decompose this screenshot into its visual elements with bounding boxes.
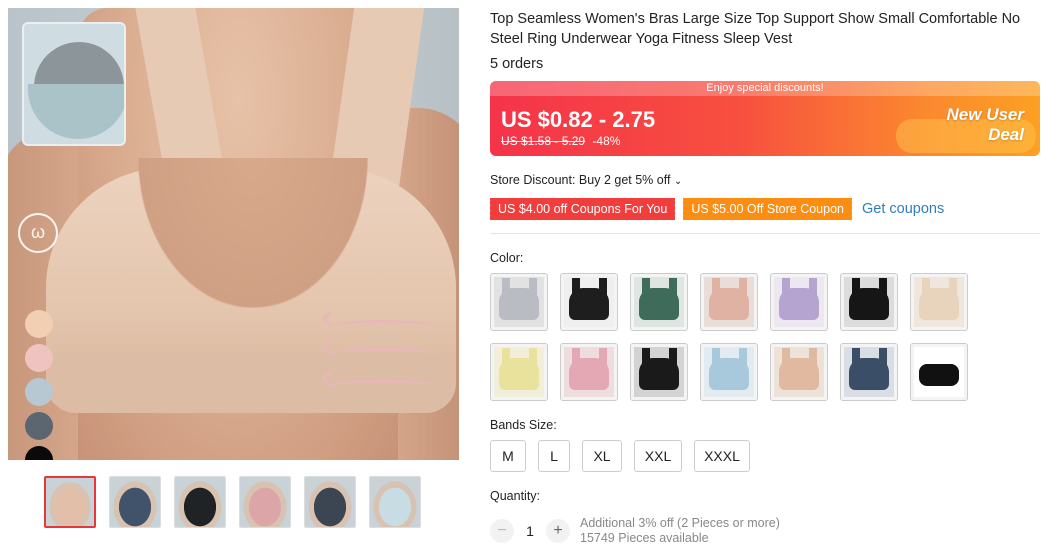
thumbnail[interactable] <box>369 476 421 528</box>
garment-garment <box>779 288 819 320</box>
color-option-yellow[interactable] <box>490 343 548 401</box>
store-discount[interactable]: Store Discount: Buy 2 get 5% off ⌄ <box>490 173 682 187</box>
coupon-row: US $4.00 off Coupons For You US $5.00 Of… <box>487 198 944 220</box>
color-option-navy[interactable] <box>840 343 898 401</box>
size-option[interactable]: XL <box>582 440 622 472</box>
garment-garment <box>849 288 889 320</box>
color-option-beige[interactable] <box>910 273 968 331</box>
store-discount-text: Store Discount: Buy 2 get 5% off <box>490 173 671 187</box>
thumbnail[interactable] <box>174 476 226 528</box>
garment-garment <box>499 288 539 320</box>
swatch-dot <box>25 412 53 440</box>
divider <box>490 233 1040 234</box>
color-option-black-3[interactable] <box>630 343 688 401</box>
garment-garment <box>849 358 889 390</box>
garment-garment <box>499 358 539 390</box>
color-option-light-blue[interactable] <box>700 343 758 401</box>
bra-logo-icon: ω <box>18 213 58 253</box>
quantity-minus-button[interactable]: − <box>490 519 514 543</box>
garment-garment <box>569 288 609 320</box>
color-option-pink[interactable] <box>560 343 618 401</box>
color-option-black-bandeau[interactable] <box>910 343 968 401</box>
size-option[interactable]: XXL <box>634 440 682 472</box>
original-price: US $1.58 - 5.29 <box>501 134 586 148</box>
garment-garment <box>639 288 679 320</box>
quantity-value[interactable]: 1 <box>514 523 546 539</box>
size-options: M L XL XXL XXXL <box>490 440 750 472</box>
new-user-deal-badge: New User Deal <box>947 105 1024 145</box>
stock-available: 15749 Pieces available <box>580 531 709 545</box>
quantity-plus-button[interactable]: + <box>546 519 570 543</box>
garment-garment <box>919 288 959 320</box>
chevron-down-icon: ⌄ <box>673 176 683 187</box>
color-option-dark-green[interactable] <box>630 273 688 331</box>
thumbnail[interactable] <box>109 476 161 528</box>
garment-garment <box>639 358 679 390</box>
color-option-grey[interactable] <box>490 273 548 331</box>
deal-line-2: Deal <box>988 125 1024 144</box>
product-main-image[interactable]: ω <box>8 8 459 460</box>
current-price: US $0.82 - 2.75 <box>501 107 656 132</box>
fabric-detail-inset <box>22 22 126 146</box>
discount-banner: Enjoy special discounts! <box>490 81 1040 96</box>
garment-garment <box>779 358 819 390</box>
bra-neckline <box>138 158 368 308</box>
support-arrow <box>328 320 438 334</box>
thumbnail-strip <box>44 476 421 528</box>
garment-garment <box>709 358 749 390</box>
size-option[interactable]: L <box>538 440 570 472</box>
color-options <box>490 273 980 401</box>
garment-garment <box>709 288 749 320</box>
swatch-dot <box>25 310 53 338</box>
store-coupon[interactable]: US $5.00 Off Store Coupon <box>681 198 852 220</box>
price-box: Enjoy special discounts! US $0.82 - 2.75… <box>490 81 1040 156</box>
bandeau-garment <box>919 364 959 386</box>
thumbnail[interactable] <box>239 476 291 528</box>
coupon-for-you[interactable]: US $4.00 off Coupons For You <box>487 198 676 220</box>
quantity-note: Additional 3% off (2 Pieces or more) 157… <box>580 516 780 545</box>
garment-garment <box>569 358 609 390</box>
quantity-label: Quantity: <box>490 489 541 503</box>
get-coupons-link[interactable]: Get coupons <box>862 201 944 217</box>
swatch-dot <box>25 378 53 406</box>
color-option-nude[interactable] <box>770 343 828 401</box>
bulk-discount-note: Additional 3% off (2 Pieces or more) <box>580 516 780 530</box>
swatch-dot <box>25 344 53 372</box>
thumbnail[interactable] <box>304 476 356 528</box>
original-price-row: US $1.58 - 5.29 -48% <box>501 134 620 148</box>
support-arrow <box>328 380 438 394</box>
product-title: Top Seamless Women's Bras Large Size Top… <box>490 11 1021 47</box>
color-option-black[interactable] <box>560 273 618 331</box>
discount-percent: -48% <box>592 134 621 148</box>
color-label: Color: <box>490 251 524 265</box>
thumbnail[interactable] <box>44 476 96 528</box>
size-option[interactable]: XXXL <box>694 440 750 472</box>
quantity-stepper: − 1 + Additional 3% off (2 Pieces or mor… <box>490 516 780 545</box>
inset-base <box>28 84 124 139</box>
size-label: Bands Size: <box>490 418 557 432</box>
deal-line-1: New User <box>946 105 1024 124</box>
support-arrow <box>328 348 438 362</box>
size-option[interactable]: M <box>490 440 526 472</box>
color-option-lilac[interactable] <box>770 273 828 331</box>
order-count: 5 orders <box>490 56 544 72</box>
color-option-pink-nude[interactable] <box>700 273 758 331</box>
color-option-black-2[interactable] <box>840 273 898 331</box>
